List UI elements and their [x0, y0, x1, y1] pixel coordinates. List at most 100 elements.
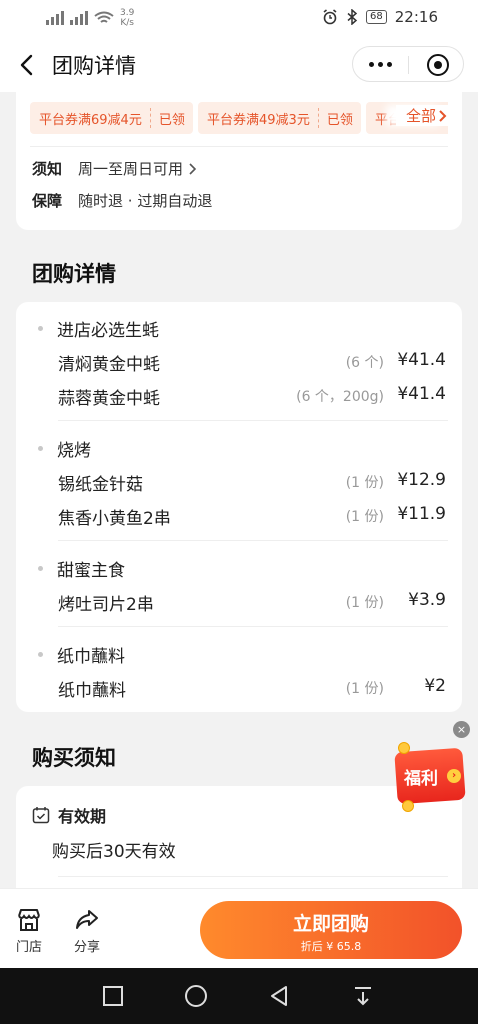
package-item: 蒜蓉黄金中蚝 (6 个，200g) ¥41.4	[58, 384, 446, 410]
group-name: 进店必选生蚝	[57, 321, 159, 341]
package-item: 烤吐司片2串 (1 份) ¥3.9	[58, 590, 446, 616]
group-divider	[58, 626, 448, 627]
item-name: 清焖黄金中蚝	[58, 355, 160, 375]
details-section-title: 团购详情	[32, 262, 116, 286]
divider	[30, 146, 448, 147]
group-title: 烧烤	[38, 436, 91, 461]
chevron-right-icon	[189, 162, 197, 175]
guarantee-row: 保障 随时退 · 过期自动退	[32, 190, 212, 211]
guarantee-label: 保障	[32, 192, 63, 210]
item-price: ¥41.4	[397, 384, 446, 404]
item-spec: (1 份)	[345, 681, 384, 697]
wifi-icon	[94, 11, 114, 23]
package-item: 锡纸金针菇 (1 份) ¥12.9	[58, 470, 446, 496]
chevron-right-icon	[439, 109, 447, 122]
package-item: 焦香小黄鱼2串 (1 份) ¥11.9	[58, 504, 446, 530]
calendar-check-icon	[32, 807, 50, 824]
view-all-label: 全部	[405, 107, 436, 125]
target-close-icon[interactable]	[427, 54, 449, 76]
item-price: ¥41.4	[397, 350, 446, 370]
notice-row[interactable]: 须知 周一至周日可用	[32, 158, 197, 179]
share-icon	[76, 910, 98, 929]
status-right: 68 22:16	[322, 8, 438, 26]
bullet-icon	[38, 566, 43, 571]
chevron-left-icon[interactable]	[14, 51, 42, 79]
coupon-text: 平台券满69减4元	[39, 112, 142, 128]
item-price: ¥3.9	[408, 590, 446, 610]
share-label: 分享	[73, 940, 100, 955]
divider	[58, 876, 448, 877]
validity-value: 购买后30天有效	[52, 842, 176, 862]
net-speed-value: 3.9	[120, 8, 135, 18]
item-price: ¥11.9	[397, 504, 446, 524]
arrow-right-icon: ›	[447, 769, 461, 783]
item-name: 焦香小黄鱼2串	[58, 509, 171, 529]
validity-label: 有效期	[58, 807, 107, 826]
guarantee-value: 随时退 · 过期自动退	[78, 192, 213, 210]
bullet-icon	[38, 652, 43, 657]
item-name: 锡纸金针菇	[58, 475, 143, 495]
notice-value: 周一至周日可用	[78, 160, 184, 178]
store-icon	[18, 909, 40, 931]
clock: 22:16	[394, 8, 438, 26]
coupon-chip[interactable]: 平台券满69减4元 已领	[30, 102, 193, 134]
item-name: 烤吐司片2串	[58, 595, 154, 615]
mini-program-capsule	[352, 46, 464, 82]
package-item: 纸巾蘸料 (1 份) ¥2	[58, 676, 446, 702]
welfare-label: 福利	[404, 769, 438, 789]
net-speed-unit: K/s	[120, 18, 134, 28]
item-spec: (6 个)	[345, 355, 384, 371]
capsule-divider	[408, 56, 409, 74]
buy-label: 立即团购	[292, 913, 369, 935]
coupon-state: 已领	[326, 112, 353, 128]
battery-icon: 68	[366, 10, 387, 24]
notice-label: 须知	[32, 160, 63, 178]
item-spec: (1 份)	[345, 475, 384, 491]
status-bar: 3.9 K/s 68 22:16	[0, 0, 478, 38]
home-icon[interactable]	[184, 984, 208, 1008]
coupon-info-card: 平台券满69减4元 已领 平台券满49减3元 已领 平台券满29减2元 已领 全…	[16, 92, 462, 230]
share-button[interactable]: 分享	[67, 907, 107, 955]
welfare-badge[interactable]: 福利 ›	[392, 742, 470, 814]
item-name: 蒜蓉黄金中蚝	[58, 389, 160, 409]
net-speed: 3.9 K/s	[120, 8, 134, 28]
bullet-icon	[38, 446, 43, 451]
page-title: 团购详情	[52, 54, 136, 78]
signal-icon-2	[70, 11, 88, 25]
coupon-row: 平台券满69减4元 已领 平台券满49减3元 已领 平台券满29减2元 已领	[30, 102, 448, 134]
view-all-coupons-button[interactable]: 全部	[395, 105, 448, 126]
nav-bar: 团购详情	[0, 38, 478, 92]
item-price: ¥12.9	[397, 470, 446, 490]
store-button[interactable]: 门店	[9, 907, 49, 955]
package-items-card: 进店必选生蚝 清焖黄金中蚝 (6 个) ¥41.4 蒜蓉黄金中蚝 (6 个，20…	[16, 302, 462, 712]
item-spec: (1 份)	[345, 595, 384, 611]
bluetooth-icon	[347, 9, 358, 25]
bullet-icon	[38, 326, 43, 331]
more-dots-icon[interactable]	[369, 62, 392, 67]
signal-icon	[46, 11, 64, 25]
group-name: 甜蜜主食	[57, 561, 125, 581]
coin-icon	[402, 800, 414, 812]
welfare-close-button[interactable]: ×	[453, 721, 470, 738]
coupon-text: 平台券满49减3元	[207, 112, 310, 128]
item-price: ¥2	[424, 676, 446, 696]
system-nav-bar	[0, 968, 478, 1024]
discounted-price: 折后 ¥ 65.8	[300, 940, 362, 953]
notification-pull-icon[interactable]	[351, 984, 375, 1008]
recent-apps-icon[interactable]	[101, 984, 125, 1008]
package-item: 清焖黄金中蚝 (6 个) ¥41.4	[58, 350, 446, 376]
coupon-state: 已领	[158, 112, 185, 128]
group-divider	[58, 420, 448, 421]
group-title: 甜蜜主食	[38, 556, 125, 581]
group-name: 纸巾蘸料	[57, 647, 125, 667]
back-triangle-icon[interactable]	[267, 984, 291, 1008]
status-left: 3.9 K/s	[46, 8, 134, 28]
group-divider	[58, 540, 448, 541]
coupon-chip[interactable]: 平台券满49减3元 已领	[198, 102, 361, 134]
group-title: 纸巾蘸料	[38, 642, 125, 667]
buy-now-button[interactable]: 立即团购 折后 ¥ 65.8	[200, 901, 462, 959]
item-spec: (1 份)	[345, 509, 384, 525]
purchase-notice-title: 购买须知	[32, 746, 116, 770]
coin-icon	[398, 742, 410, 754]
item-spec: (6 个，200g)	[296, 389, 384, 405]
